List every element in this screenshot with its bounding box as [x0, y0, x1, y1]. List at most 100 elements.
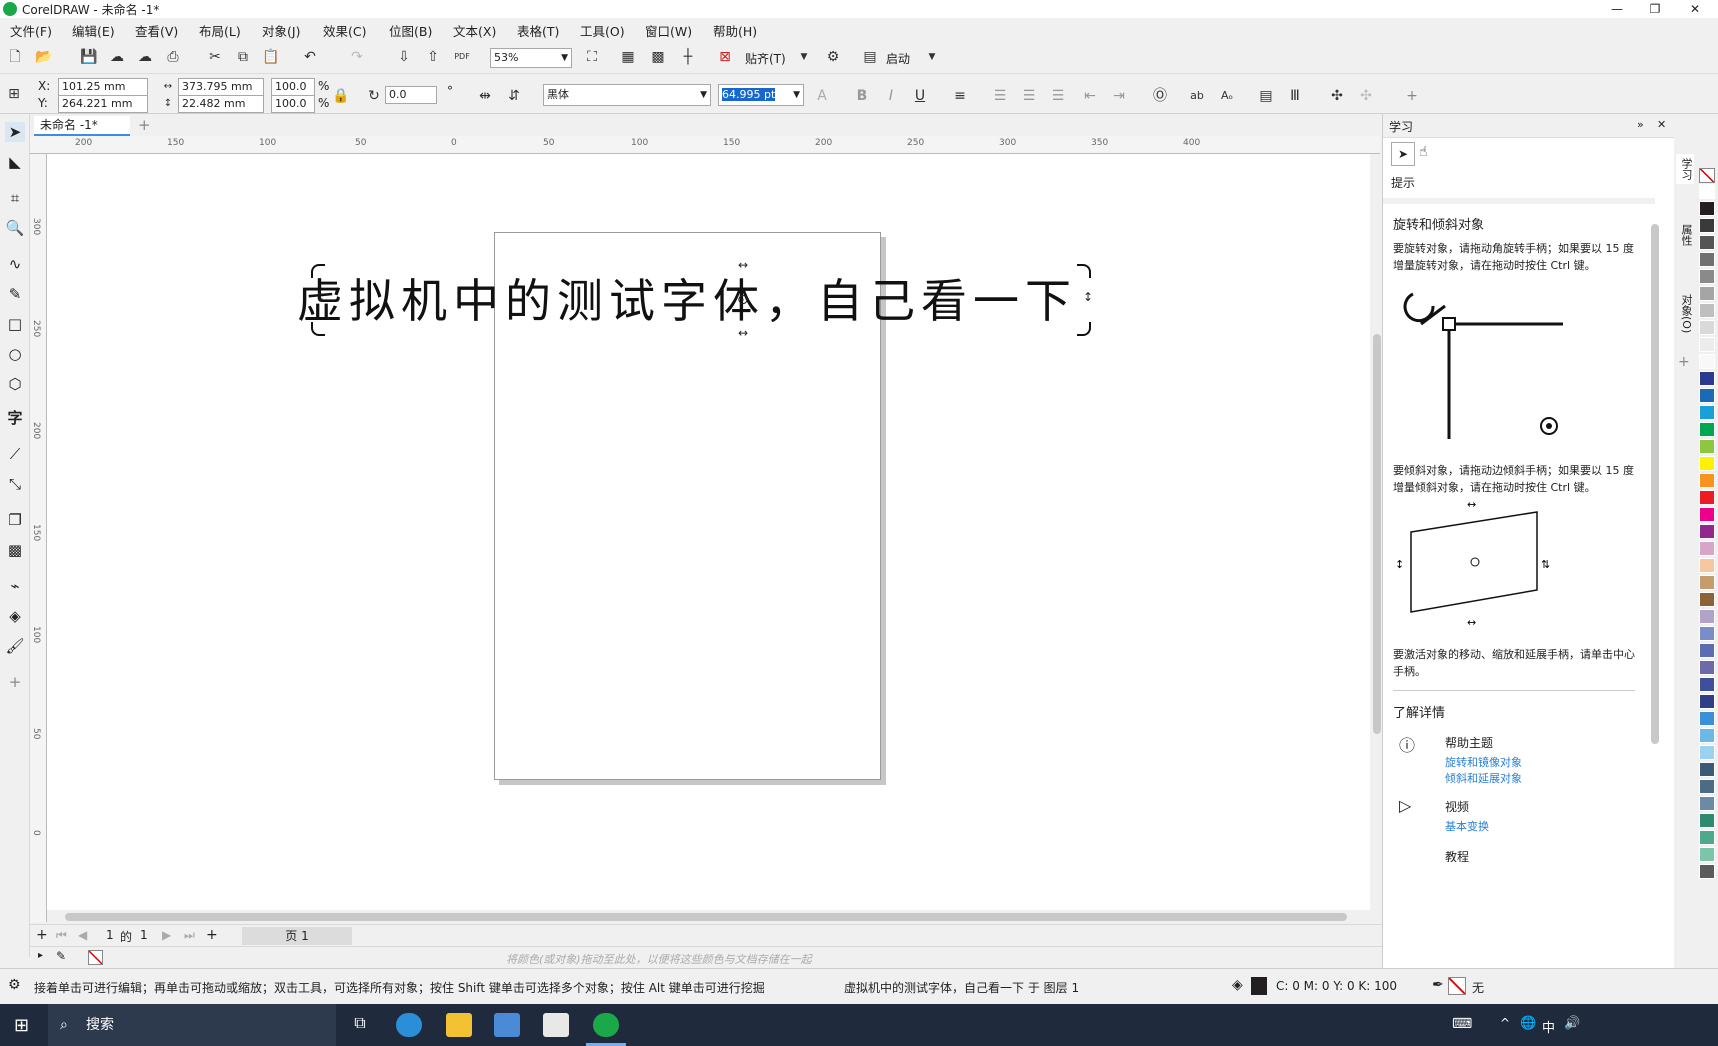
rotate-handle-bottom-left[interactable] [311, 322, 325, 336]
horizontal-scrollbar[interactable] [47, 910, 1370, 924]
menu-table[interactable]: 表格(T) [517, 21, 559, 40]
snap-to-dropdown[interactable]: 贴齐(T) [745, 50, 786, 67]
touch-keyboard-icon[interactable]: ⌨ [1452, 1016, 1472, 1032]
scale-y-field[interactable]: 100.0 [271, 95, 315, 113]
palette-color-swatch[interactable] [1699, 184, 1715, 199]
fit-text-path-icon[interactable]: ✣ [1356, 86, 1376, 106]
menu-layout[interactable]: 布局(L) [199, 21, 241, 40]
menu-window[interactable]: 窗口(W) [645, 21, 692, 40]
mirror-horizontal-icon[interactable]: ⇹ [475, 86, 495, 106]
network-icon[interactable]: 🌐 [1520, 1016, 1536, 1031]
freehand-tool-icon[interactable]: ∿ [5, 254, 25, 274]
collapse-icon[interactable]: » [1637, 118, 1644, 131]
docker-close-icon[interactable]: ✕ [1657, 118, 1666, 131]
show-grid-icon[interactable]: ▩ [648, 47, 668, 67]
rotate-handle-top-right[interactable] [1077, 264, 1091, 278]
import-icon[interactable]: ⇩ [394, 47, 414, 67]
palette-color-swatch[interactable] [1699, 337, 1715, 352]
menu-file[interactable]: 文件(F) [10, 21, 52, 40]
width-field[interactable]: 373.795 mm [178, 78, 264, 96]
vertical-text-icon[interactable]: Ⅲ [1285, 86, 1305, 106]
center-handle-icon[interactable]: ⊙ [737, 292, 749, 308]
video-link-basic-transform[interactable]: 基本变换 [1445, 818, 1489, 834]
rotate-handle-top-left[interactable] [311, 264, 325, 278]
eyedropper-icon[interactable]: ⌁ [5, 576, 25, 596]
palette-color-swatch[interactable] [1699, 864, 1715, 879]
redo-icon[interactable]: ↷ [347, 47, 367, 67]
bold-icon[interactable]: B [852, 86, 872, 106]
paste-icon[interactable]: 📋 [261, 47, 281, 67]
palette-color-swatch[interactable] [1699, 235, 1715, 250]
palette-color-swatch[interactable] [1699, 830, 1715, 845]
options-gear-icon[interactable]: ⚙ [823, 47, 843, 67]
font-list-icon[interactable]: Aₒ [1217, 86, 1237, 106]
show-guidelines-icon[interactable]: ┼ [678, 47, 698, 67]
menu-text[interactable]: 文本(X) [453, 21, 496, 40]
skew-handle-top[interactable]: ↔ [738, 258, 748, 272]
palette-color-swatch[interactable] [1699, 779, 1715, 794]
minimize-button[interactable]: — [1602, 0, 1632, 18]
palette-color-swatch[interactable] [1699, 456, 1715, 471]
palette-color-swatch[interactable] [1699, 847, 1715, 862]
palette-color-swatch[interactable] [1699, 201, 1715, 216]
palette-color-swatch[interactable] [1699, 405, 1715, 420]
skew-handle-left[interactable]: ↕ [315, 290, 325, 304]
palette-color-swatch[interactable] [1699, 218, 1715, 233]
open-icon[interactable]: 📂 [34, 47, 54, 67]
tab-learn[interactable]: 学习 [1676, 154, 1694, 184]
font-scale-icon[interactable]: A [812, 86, 832, 106]
x-position-field[interactable]: 101.25 mm [58, 78, 148, 96]
horizontal-ruler[interactable]: 200 150 100 50 0 50 100 150 200 250 300 … [30, 136, 1380, 154]
task-view-icon[interactable]: ⧉ [347, 1013, 373, 1037]
snap-off-icon[interactable]: ⊠ [715, 47, 735, 67]
new-document-icon[interactable]: 🗋 [5, 47, 25, 67]
coreldraw-taskbar-icon[interactable] [593, 1013, 619, 1037]
pick-tool-icon[interactable]: ➤ [5, 122, 25, 142]
palette-color-swatch[interactable] [1699, 439, 1715, 454]
increase-indent-icon[interactable]: ⇥ [1109, 86, 1129, 106]
palette-color-swatch[interactable] [1699, 711, 1715, 726]
vertical-scroll-thumb[interactable] [1373, 334, 1381, 734]
skew-handle-right[interactable]: ↕ [1083, 290, 1093, 304]
export-icon[interactable]: ⇧ [423, 47, 443, 67]
settings-gear-icon[interactable]: ⚙ [8, 977, 21, 993]
hints-pointer-icon[interactable]: ➤ [1391, 142, 1415, 166]
copy-icon[interactable]: ⧉ [233, 47, 253, 67]
connector-tool-icon[interactable]: ⤡ [5, 474, 25, 494]
undo-icon[interactable]: ↶ [300, 47, 320, 67]
palette-color-swatch[interactable] [1699, 762, 1715, 777]
fill-color-swatch[interactable] [1251, 977, 1267, 995]
first-page-icon[interactable]: ⏮ [56, 928, 67, 943]
palette-color-swatch[interactable] [1699, 796, 1715, 811]
full-screen-icon[interactable]: ⛶ [582, 47, 602, 67]
palette-color-swatch[interactable] [1699, 303, 1715, 318]
palette-color-swatch[interactable] [1699, 490, 1715, 505]
close-button[interactable]: ✕ [1680, 0, 1710, 18]
last-page-icon[interactable]: ⏭ [184, 928, 195, 943]
menu-effects[interactable]: 效果(C) [323, 21, 366, 40]
skew-handle-bottom[interactable]: ↔ [738, 326, 748, 340]
palette-color-swatch[interactable] [1699, 592, 1715, 607]
y-position-field[interactable]: 264.221 mm [58, 95, 148, 113]
artistic-text-object[interactable]: 虚拟机中的测试字体，自己看一下 [297, 265, 1077, 331]
menu-tools[interactable]: 工具(O) [580, 21, 625, 40]
document-tab[interactable]: 未命名 -1* [34, 116, 130, 136]
palette-color-swatch[interactable] [1699, 524, 1715, 539]
artistic-media-icon[interactable]: ✎ [5, 284, 25, 304]
maximize-button[interactable]: ❐ [1640, 0, 1670, 18]
palette-color-swatch[interactable] [1699, 371, 1715, 386]
page-tab[interactable]: 页 1 [242, 927, 352, 945]
font-size-select[interactable]: 64.995 pt ▼ [718, 84, 804, 106]
palette-color-swatch[interactable] [1699, 252, 1715, 267]
menu-object[interactable]: 对象(J) [262, 21, 300, 40]
mail-icon[interactable] [543, 1013, 569, 1037]
show-hidden-icons[interactable]: ^ [1500, 1016, 1510, 1030]
edit-text-icon[interactable]: ▤ [1256, 86, 1276, 106]
windows-start-icon[interactable]: ⊞ [14, 1015, 29, 1036]
text-align-icon[interactable]: ≡ [950, 86, 970, 106]
menu-view[interactable]: 查看(V) [135, 21, 178, 40]
palette-color-swatch[interactable] [1699, 286, 1715, 301]
polygon-tool-icon[interactable]: ⬡ [5, 374, 25, 394]
palette-color-swatch[interactable] [1699, 473, 1715, 488]
crop-tool-icon[interactable]: ⌗ [5, 188, 25, 208]
